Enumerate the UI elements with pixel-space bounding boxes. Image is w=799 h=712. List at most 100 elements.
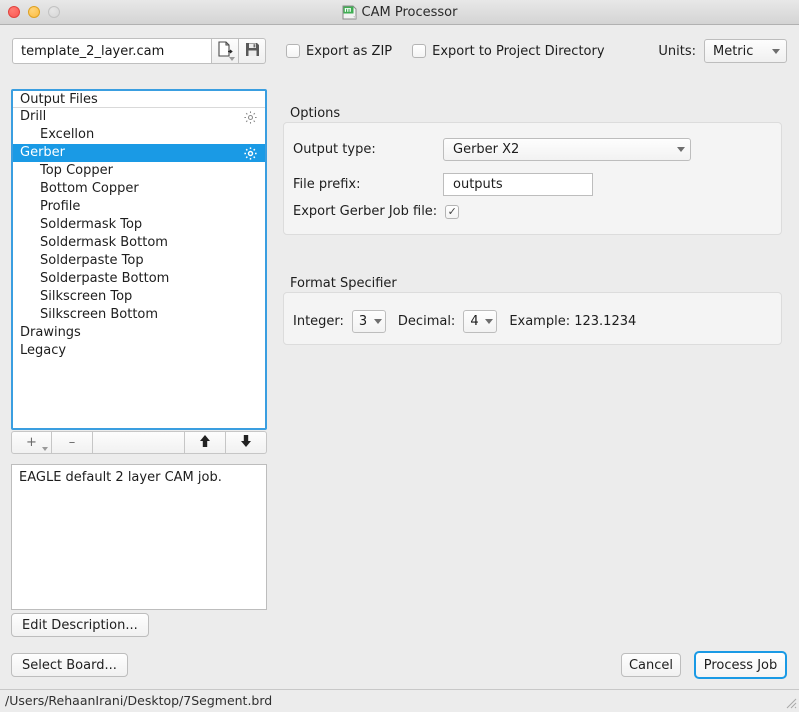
add-output-button[interactable]: + bbox=[11, 431, 52, 454]
select-board-label: Select Board... bbox=[22, 658, 117, 673]
output-file-row[interactable]: Drawings bbox=[13, 324, 265, 342]
output-file-label: Soldermask Top bbox=[13, 216, 258, 234]
output-file-row[interactable]: Bottom Copper bbox=[13, 180, 265, 198]
output-toolbar-filler bbox=[93, 431, 185, 454]
window-titlebar: CAM Processor bbox=[0, 0, 799, 25]
close-button[interactable] bbox=[8, 6, 20, 18]
decimal-label: Decimal: bbox=[398, 314, 455, 329]
output-file-label: Profile bbox=[13, 198, 258, 216]
output-file-row[interactable]: Gerber bbox=[13, 144, 265, 162]
output-file-row[interactable]: Excellon bbox=[13, 126, 265, 144]
top-toolbar: template_2_layer.cam bbox=[0, 24, 799, 78]
export-project-dir-label: Export to Project Directory bbox=[432, 44, 604, 59]
output-file-label: Silkscreen Bottom bbox=[13, 306, 258, 324]
remove-output-label: – bbox=[69, 435, 76, 450]
output-type-select[interactable]: Gerber X2 bbox=[443, 138, 691, 161]
output-file-row[interactable]: Profile bbox=[13, 198, 265, 216]
output-file-label: Gerber bbox=[13, 144, 243, 162]
gear-icon[interactable] bbox=[243, 146, 258, 161]
select-board-button[interactable]: Select Board... bbox=[11, 653, 128, 677]
gerber-job-checkbox[interactable]: ✓ bbox=[445, 205, 459, 219]
resize-grip-icon[interactable] bbox=[785, 697, 797, 709]
move-down-button[interactable] bbox=[226, 431, 267, 454]
chevron-down-icon bbox=[374, 319, 382, 324]
output-file-label: Solderpaste Top bbox=[13, 252, 258, 270]
edit-description-button[interactable]: Edit Description... bbox=[11, 613, 149, 637]
output-file-row[interactable]: Solderpaste Bottom bbox=[13, 270, 265, 288]
format-example-text: Example: 123.1234 bbox=[509, 314, 636, 329]
output-file-label: Silkscreen Top bbox=[13, 288, 258, 306]
remove-output-button[interactable]: – bbox=[52, 431, 93, 454]
window-title-text: CAM Processor bbox=[362, 5, 458, 20]
output-file-row[interactable]: Soldermask Bottom bbox=[13, 234, 265, 252]
status-path-text: /Users/RehaanIrani/Desktop/7Segment.brd bbox=[5, 693, 272, 708]
output-file-row[interactable]: Drill bbox=[13, 108, 265, 126]
description-text: EAGLE default 2 layer CAM job. bbox=[19, 470, 222, 485]
zoom-button bbox=[48, 6, 60, 18]
save-disk-icon bbox=[245, 42, 260, 61]
arrow-up-icon bbox=[199, 434, 211, 452]
open-menu-caret-icon bbox=[229, 57, 235, 61]
output-file-row[interactable]: Silkscreen Top bbox=[13, 288, 265, 306]
window-title-group: CAM Processor bbox=[0, 5, 799, 20]
cam-document-icon bbox=[342, 5, 357, 20]
output-file-label: Top Copper bbox=[13, 162, 258, 180]
file-prefix-row: File prefix: outputs bbox=[293, 173, 593, 196]
cam-job-name-input[interactable]: template_2_layer.cam bbox=[12, 38, 212, 64]
output-file-row[interactable]: Silkscreen Bottom bbox=[13, 306, 265, 324]
output-file-row[interactable]: Soldermask Top bbox=[13, 216, 265, 234]
open-document-button[interactable] bbox=[212, 38, 239, 64]
format-specifier-group-title: Format Specifier bbox=[290, 276, 397, 291]
cancel-button[interactable]: Cancel bbox=[621, 653, 681, 677]
output-file-label: Soldermask Bottom bbox=[13, 234, 258, 252]
cancel-label: Cancel bbox=[629, 658, 673, 673]
units-select[interactable]: Metric bbox=[704, 39, 787, 63]
output-file-label: Excellon bbox=[13, 126, 258, 144]
decimal-digits-select[interactable]: 4 bbox=[463, 310, 497, 333]
cam-job-name-value: template_2_layer.cam bbox=[21, 44, 164, 59]
export-zip-label: Export as ZIP bbox=[306, 44, 392, 59]
output-files-list[interactable]: Output Files DrillExcellonGerberTop Copp… bbox=[11, 89, 267, 430]
gear-icon[interactable] bbox=[243, 110, 258, 125]
output-file-label: Solderpaste Bottom bbox=[13, 270, 258, 288]
file-prefix-input[interactable]: outputs bbox=[443, 173, 593, 196]
output-file-label: Legacy bbox=[13, 342, 258, 360]
minimize-button[interactable] bbox=[28, 6, 40, 18]
chevron-down-icon bbox=[677, 147, 685, 152]
integer-digits-select[interactable]: 3 bbox=[352, 310, 386, 333]
traffic-light-group bbox=[8, 6, 60, 18]
edit-description-label: Edit Description... bbox=[22, 618, 138, 633]
decimal-digits-value: 4 bbox=[470, 314, 482, 329]
output-type-label: Output type: bbox=[293, 142, 443, 157]
save-button[interactable] bbox=[239, 38, 266, 64]
process-job-button[interactable]: Process Job bbox=[694, 651, 787, 679]
export-project-dir-checkbox-row[interactable]: Export to Project Directory bbox=[412, 44, 604, 59]
output-type-value: Gerber X2 bbox=[453, 142, 669, 157]
export-zip-checkbox[interactable] bbox=[286, 44, 300, 58]
process-job-label: Process Job bbox=[704, 658, 778, 673]
output-file-row[interactable]: Legacy bbox=[13, 342, 265, 360]
output-file-row[interactable]: Solderpaste Top bbox=[13, 252, 265, 270]
move-up-button[interactable] bbox=[185, 431, 226, 454]
gerber-job-row: Export Gerber Job file: ✓ bbox=[293, 204, 459, 219]
export-zip-checkbox-row[interactable]: Export as ZIP bbox=[286, 44, 392, 59]
integer-label: Integer: bbox=[293, 314, 344, 329]
cam-job-field-group: template_2_layer.cam bbox=[12, 38, 266, 64]
status-bar: /Users/RehaanIrani/Desktop/7Segment.brd bbox=[0, 689, 799, 711]
output-file-row[interactable]: Top Copper bbox=[13, 162, 265, 180]
output-file-label: Drill bbox=[13, 108, 243, 126]
export-project-dir-checkbox[interactable] bbox=[412, 44, 426, 58]
output-files-toolbar: + – bbox=[11, 431, 267, 454]
options-group-title: Options bbox=[290, 106, 340, 121]
output-file-label: Bottom Copper bbox=[13, 180, 258, 198]
description-textarea[interactable]: EAGLE default 2 layer CAM job. bbox=[11, 464, 267, 610]
add-menu-caret-icon bbox=[42, 447, 48, 451]
file-prefix-label: File prefix: bbox=[293, 177, 443, 192]
chevron-down-icon bbox=[485, 319, 493, 324]
add-output-label: + bbox=[26, 435, 37, 450]
integer-digits-value: 3 bbox=[359, 314, 371, 329]
output-files-header: Output Files bbox=[13, 91, 265, 108]
units-label: Units: bbox=[658, 44, 696, 59]
format-specifier-row: Integer: 3 Decimal: 4 Example: 123.1234 bbox=[293, 310, 636, 333]
file-prefix-value: outputs bbox=[453, 177, 503, 192]
